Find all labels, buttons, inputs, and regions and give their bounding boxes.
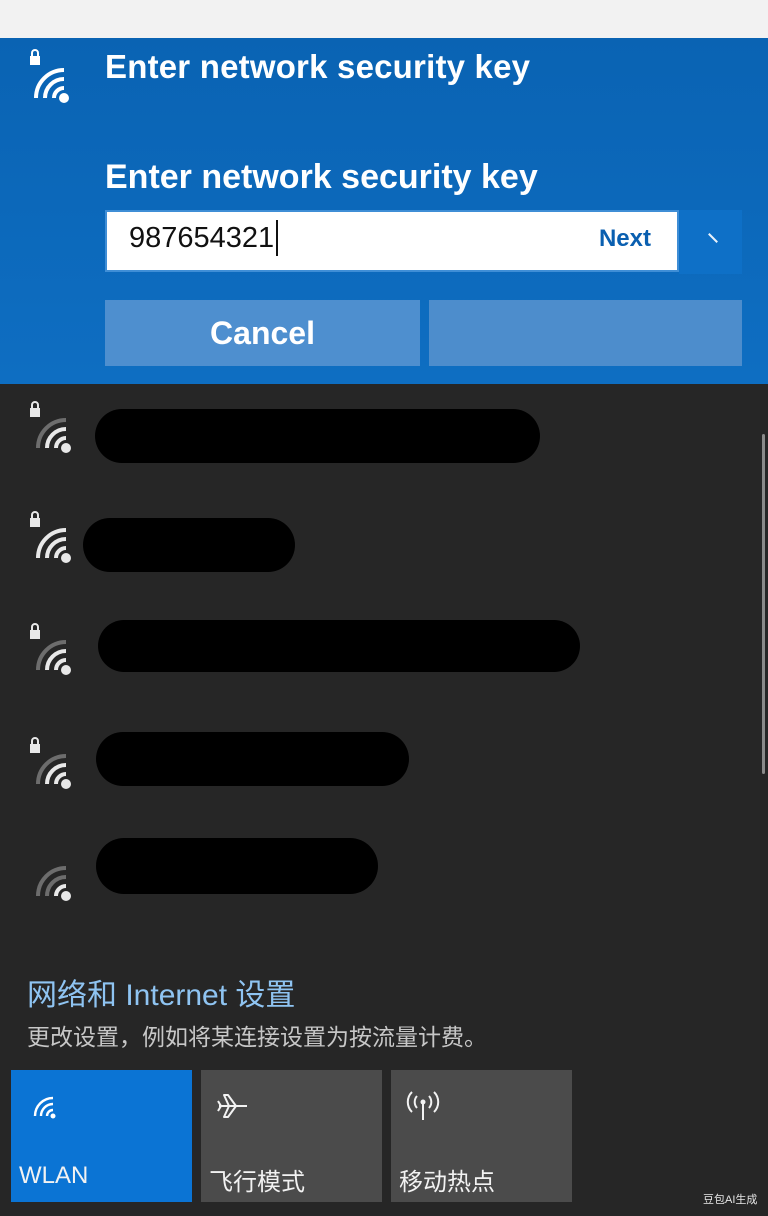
- airplane-mode-toggle[interactable]: 飞行模式: [201, 1070, 382, 1202]
- text-caret: [276, 220, 278, 256]
- scrollbar[interactable]: [762, 434, 765, 774]
- wlan-label: WLAN: [19, 1162, 89, 1189]
- security-key-input[interactable]: 987654321: [129, 222, 274, 255]
- network-list-item[interactable]: [0, 720, 760, 832]
- settings-description: 更改设置，例如将某连接设置为按流量计费。: [27, 1024, 487, 1050]
- security-key-label: Enter network security key: [105, 158, 538, 196]
- selected-network-panel: Enter network security key Enter network…: [0, 38, 768, 384]
- arrow-icon: [708, 233, 718, 243]
- mobile-hotspot-label: 移动热点: [399, 1169, 495, 1196]
- cancel-button[interactable]: Cancel: [105, 300, 420, 366]
- wifi-secured-icon: [24, 506, 76, 568]
- network-dialog-title: Enter network security key: [105, 48, 531, 85]
- wifi-open-icon: [24, 844, 76, 906]
- network-name-redacted: [98, 620, 580, 672]
- airplane-icon: [215, 1088, 251, 1124]
- network-name-redacted: [96, 732, 409, 786]
- network-list-item[interactable]: [0, 608, 760, 720]
- hotspot-icon: [405, 1088, 441, 1124]
- next-button[interactable]: Next: [599, 225, 651, 253]
- network-name-redacted: [96, 838, 378, 894]
- network-flyout: Enter network security key Enter network…: [0, 38, 768, 1216]
- mobile-hotspot-toggle[interactable]: 移动热点: [391, 1070, 572, 1202]
- network-name-redacted: [95, 409, 540, 463]
- wifi-secured-icon: [24, 48, 76, 110]
- security-key-field[interactable]: 987654321 Next: [105, 210, 679, 272]
- wlan-toggle[interactable]: WLAN: [11, 1070, 192, 1202]
- wifi-secured-icon: [24, 732, 76, 794]
- network-list-item[interactable]: [0, 832, 760, 944]
- watermark: 豆包AI生成: [703, 1194, 758, 1206]
- network-list-item[interactable]: [0, 384, 760, 496]
- secondary-button[interactable]: [429, 300, 742, 366]
- airplane-mode-label: 飞行模式: [209, 1169, 305, 1196]
- reveal-key-button[interactable]: [679, 210, 742, 274]
- wifi-icon: [25, 1088, 61, 1124]
- background-strip: [0, 0, 768, 38]
- network-list-item[interactable]: [0, 496, 760, 608]
- wifi-secured-icon: [24, 396, 76, 458]
- wifi-secured-icon: [24, 618, 76, 680]
- network-name-redacted: [83, 518, 295, 572]
- network-settings-link[interactable]: 网络和 Internet 设置: [27, 970, 295, 1014]
